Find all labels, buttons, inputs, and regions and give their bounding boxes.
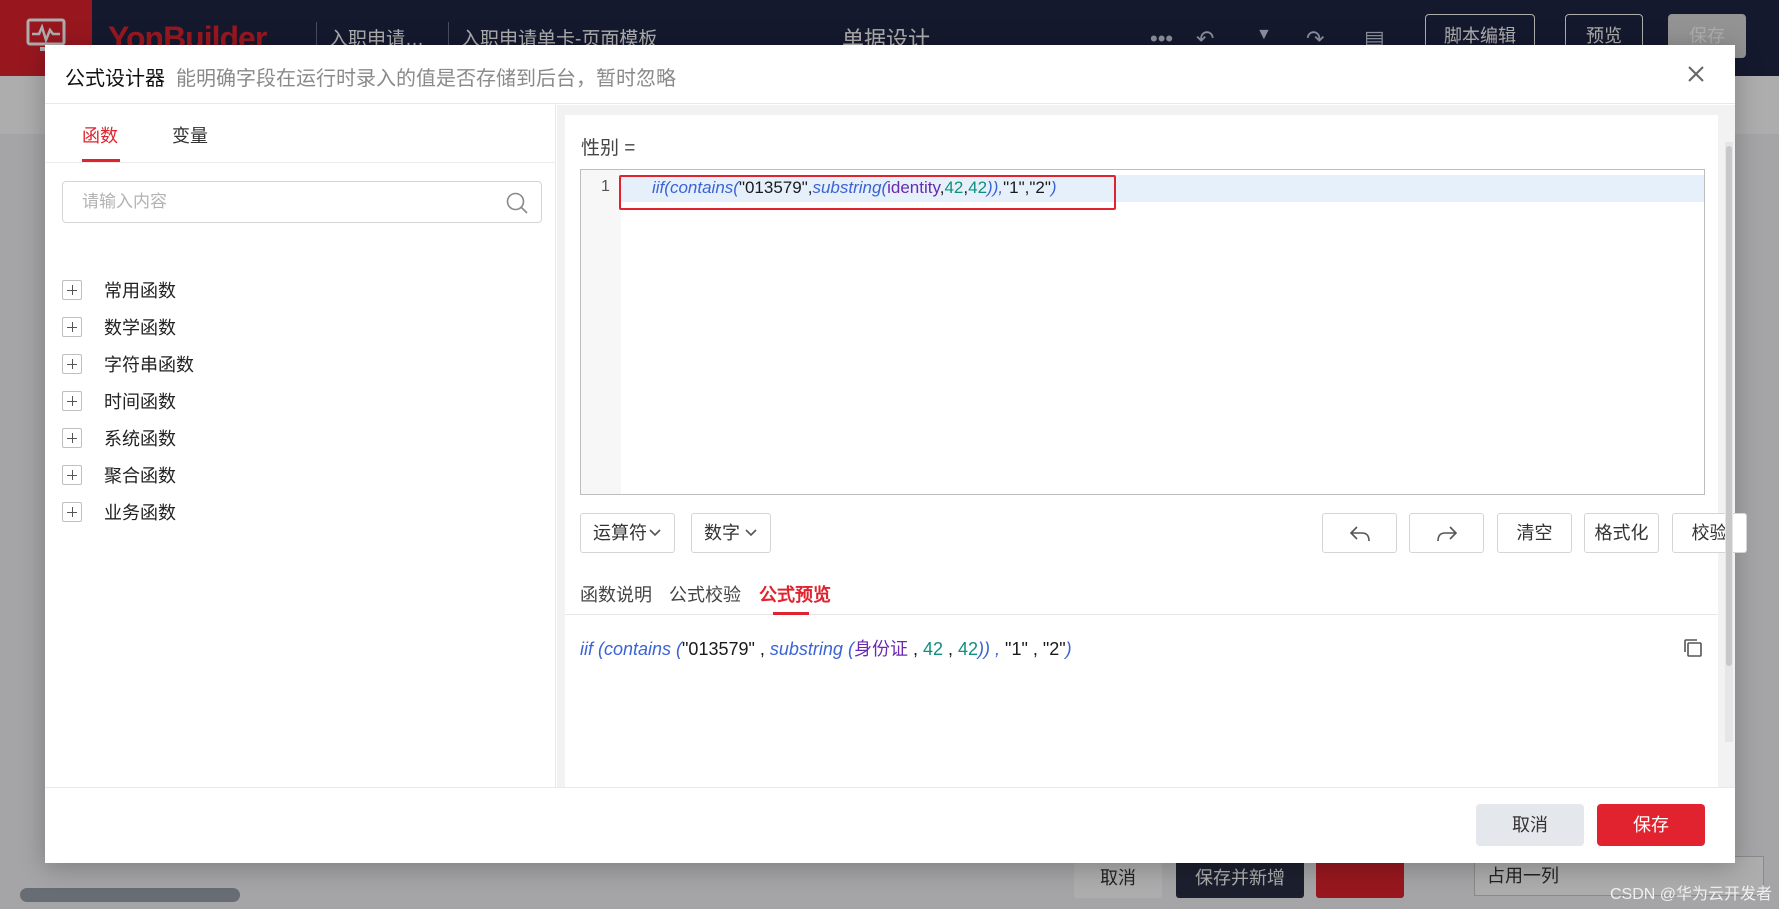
- dialog-footer: 取消 保存: [45, 787, 1735, 863]
- tree-item-string[interactable]: 字符串函数: [62, 351, 194, 377]
- expand-icon[interactable]: [62, 354, 82, 374]
- formula-panel-body: 性别 = 1 iif(contains("013579",substring(i…: [565, 115, 1747, 787]
- tree-item-label: 系统函数: [104, 429, 176, 449]
- formula-preview: iif (contains ("013579" , substring (身份证…: [580, 635, 1072, 661]
- watermark: CSDN @华为云开发者社区: [1610, 886, 1773, 903]
- tree-item-common[interactable]: 常用函数: [62, 277, 176, 303]
- search-icon[interactable]: [505, 191, 529, 215]
- vertical-scrollbar[interactable]: [1725, 142, 1733, 742]
- preview-token: 身份证: [853, 639, 908, 659]
- formula-designer-dialog: 公式设计器 能明确字段在运行时录入的值是否存储到后台，暂时忽略 函数 变量 常用…: [45, 45, 1747, 863]
- tree-item-label: 数学函数: [104, 318, 176, 338]
- save-button[interactable]: 保存: [1597, 804, 1705, 846]
- search-input[interactable]: [64, 183, 484, 221]
- preview-token: substring (: [769, 639, 854, 659]
- operator-dropdown-label: 运算符: [593, 523, 647, 543]
- tab-variables[interactable]: 变量: [172, 122, 208, 148]
- left-tabs: 函数 变量: [45, 105, 556, 163]
- preview-token: "2": [1042, 639, 1066, 659]
- tab-formula-preview[interactable]: 公式预览: [759, 581, 831, 607]
- expand-icon[interactable]: [62, 428, 82, 448]
- tab-formula-validation[interactable]: 公式校验: [669, 581, 741, 607]
- active-tab-indicator: [82, 159, 120, 162]
- number-dropdown[interactable]: 数字: [691, 513, 771, 553]
- chevron-down-icon: [745, 529, 757, 537]
- undo-icon: [1349, 526, 1370, 542]
- expand-icon[interactable]: [62, 465, 82, 485]
- cancel-button[interactable]: 取消: [1476, 804, 1584, 846]
- expand-icon[interactable]: [62, 502, 82, 522]
- info-tabs: 函数说明 公式校验 公式预览: [565, 567, 1718, 615]
- active-tab-indicator: [773, 612, 809, 615]
- chevron-down-icon: [649, 529, 661, 537]
- tree-item-time[interactable]: 时间函数: [62, 388, 176, 414]
- tree-item-aggregate[interactable]: 聚合函数: [62, 462, 176, 488]
- redo-button[interactable]: [1409, 513, 1484, 553]
- close-icon[interactable]: [1683, 61, 1709, 87]
- line-gutter: [581, 170, 621, 494]
- number-dropdown-label: 数字: [704, 523, 740, 543]
- tree-item-label: 时间函数: [104, 392, 176, 412]
- preview-token: ,: [1027, 639, 1043, 659]
- preview-token: ): [1065, 639, 1072, 659]
- preview-token: "013579": [682, 639, 755, 659]
- preview-token: ,: [907, 639, 923, 659]
- line-number: 1: [601, 178, 610, 195]
- expand-icon[interactable]: [62, 280, 82, 300]
- preview-token: contains (: [604, 639, 683, 659]
- redo-icon: [1436, 526, 1457, 542]
- validate-button[interactable]: 校验: [1672, 513, 1747, 553]
- function-panel: 函数 变量 常用函数 数学函数 字符串函数 时间函数: [45, 105, 556, 787]
- tab-functions[interactable]: 函数: [82, 122, 118, 148]
- expand-icon[interactable]: [62, 317, 82, 337]
- clear-button[interactable]: 清空: [1497, 513, 1572, 553]
- preview-token: iif (: [580, 639, 604, 659]
- tree-item-label: 聚合函数: [104, 466, 176, 486]
- field-label: 性别 =: [581, 138, 636, 159]
- preview-token: 42: [922, 639, 943, 659]
- tree-item-label: 字符串函数: [104, 355, 194, 375]
- preview-token: )) ,: [978, 639, 1001, 659]
- expand-icon[interactable]: [62, 391, 82, 411]
- dialog-title: 公式设计器: [65, 68, 165, 90]
- preview-token: ,: [943, 639, 959, 659]
- preview-token: ,: [754, 639, 770, 659]
- function-search: [62, 181, 542, 223]
- code-editor[interactable]: 1 iif(contains("013579",substring(identi…: [580, 169, 1705, 495]
- tab-function-description[interactable]: 函数说明: [580, 581, 652, 607]
- dialog-header: 公式设计器 能明确字段在运行时录入的值是否存储到后台，暂时忽略: [45, 45, 1735, 104]
- formula-panel: 性别 = 1 iif(contains("013579",substring(i…: [557, 105, 1747, 787]
- annotation-highlight-box: [619, 175, 1116, 210]
- copy-icon[interactable]: [1682, 637, 1704, 659]
- tree-item-business[interactable]: 业务函数: [62, 499, 176, 525]
- preview-token: 42: [958, 639, 979, 659]
- tree-item-label: 常用函数: [104, 281, 176, 301]
- dialog-subtitle: 能明确字段在运行时录入的值是否存储到后台，暂时忽略: [176, 68, 676, 90]
- tree-item-system[interactable]: 系统函数: [62, 425, 176, 451]
- tree-item-label: 业务函数: [104, 503, 176, 523]
- preview-token: "1": [1000, 639, 1028, 659]
- operator-dropdown[interactable]: 运算符: [580, 513, 675, 553]
- undo-button[interactable]: [1322, 513, 1397, 553]
- format-button[interactable]: 格式化: [1584, 513, 1659, 553]
- tree-item-math[interactable]: 数学函数: [62, 314, 176, 340]
